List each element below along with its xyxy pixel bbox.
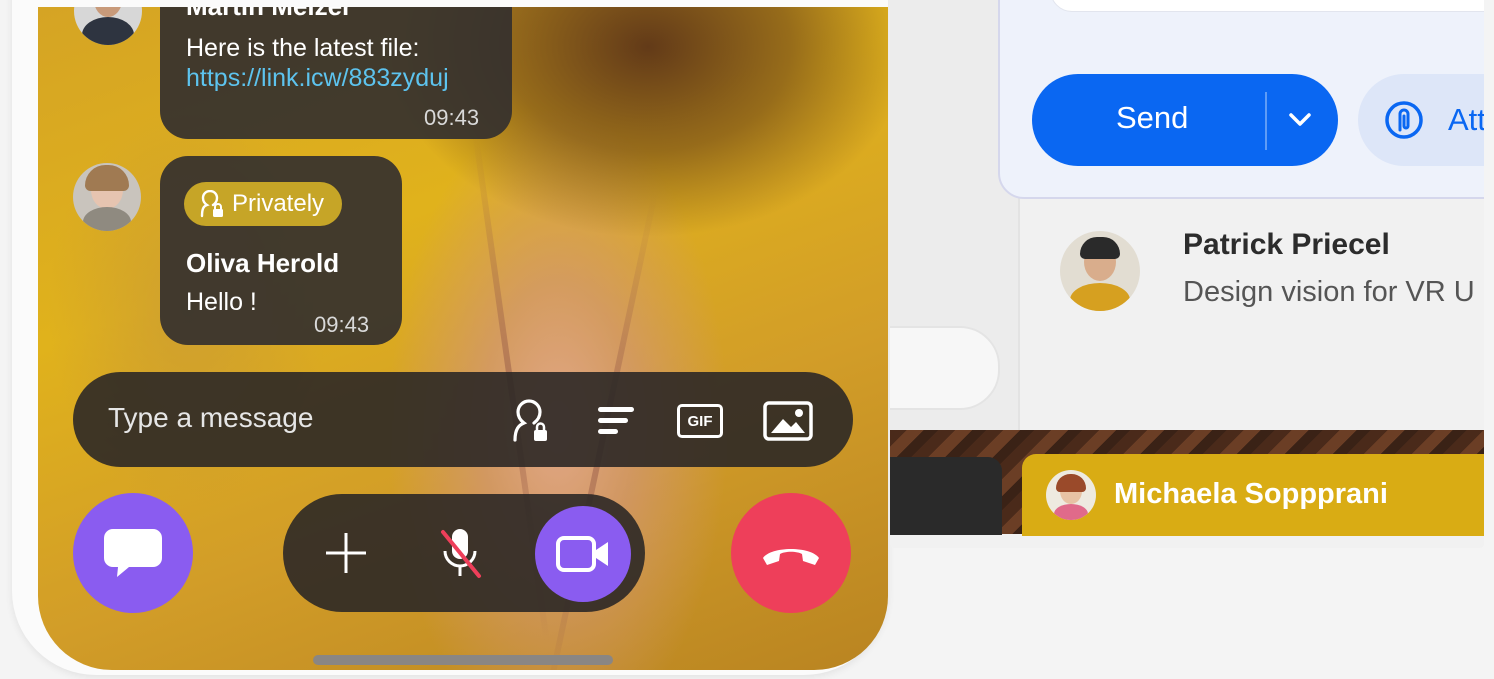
desktop-panel: Send Att Patrick Priecel Design vision f… [890, 0, 1484, 548]
contact-subtitle: Design vision for VR U [1183, 276, 1475, 308]
video-tile [890, 457, 1002, 535]
gif-button[interactable]: GIF [673, 394, 727, 448]
attachment-icon [1385, 101, 1423, 139]
chat-button[interactable] [73, 493, 193, 613]
avatar-michaela [1046, 470, 1096, 520]
send-label: Send [1116, 100, 1189, 135]
message-time: 09:43 [314, 312, 370, 337]
contact-name[interactable]: Patrick Priecel [1183, 228, 1390, 262]
send-button[interactable]: Send [1032, 74, 1338, 166]
plus-icon [326, 533, 366, 573]
add-participant-button[interactable] [301, 508, 391, 598]
phone-frame: Martin Melzer Here is the latest file: h… [12, 0, 888, 675]
video-call-screen: Martin Melzer Here is the latest file: h… [38, 7, 888, 670]
avatar-martin [74, 7, 142, 45]
mute-button[interactable] [415, 508, 505, 598]
private-message-button[interactable] [503, 394, 557, 448]
compose-card: Send Att [998, 0, 1484, 199]
text-format-icon [598, 407, 634, 434]
private-badge-label: Privately [232, 190, 325, 217]
speaker-name: Michaela Soppprani [1114, 478, 1388, 510]
avatar-oliva [73, 163, 141, 231]
message-link[interactable]: https://link.icw/883zyduj [186, 64, 449, 93]
microphone-muted-icon [441, 529, 481, 578]
avatar-patrick [1060, 231, 1140, 311]
private-badge: Privately [184, 182, 343, 226]
speaker-tag: Michaela Soppprani [1022, 454, 1484, 536]
image-button[interactable] [761, 394, 815, 448]
private-user-icon [200, 190, 223, 218]
message-bubble-private: Privately Oliva Herold Hello ! 09:43 [160, 156, 402, 345]
message-text: Hello ! [186, 288, 257, 316]
call-controls [283, 494, 645, 612]
message-bubble: Martin Melzer Here is the latest file: h… [160, 7, 512, 139]
message-composer: Type a message GIF [73, 372, 853, 467]
compose-input[interactable] [1050, 0, 1484, 12]
home-indicator [313, 655, 613, 665]
private-user-icon [513, 399, 547, 442]
chevron-down-icon[interactable] [1285, 104, 1315, 134]
end-call-button[interactable] [731, 493, 851, 613]
message-text: Here is the latest file: [186, 34, 420, 62]
send-divider [1265, 92, 1267, 150]
attach-button[interactable]: Att [1358, 74, 1484, 166]
message-input[interactable]: Type a message [108, 402, 313, 434]
pill-element [890, 326, 1000, 410]
phone-hangup-icon [763, 549, 819, 565]
message-sender: Oliva Herold [186, 248, 340, 278]
message-sender: Martin Melzer [186, 7, 352, 22]
chat-bubble-icon [104, 529, 162, 577]
gif-icon: GIF [677, 404, 723, 438]
format-text-button[interactable] [589, 394, 643, 448]
attach-label: Att [1448, 102, 1484, 137]
message-time: 09:43 [424, 105, 480, 130]
image-icon [763, 401, 813, 441]
video-button[interactable] [535, 506, 631, 602]
video-camera-icon [556, 536, 608, 572]
gif-label: GIF [687, 412, 713, 430]
